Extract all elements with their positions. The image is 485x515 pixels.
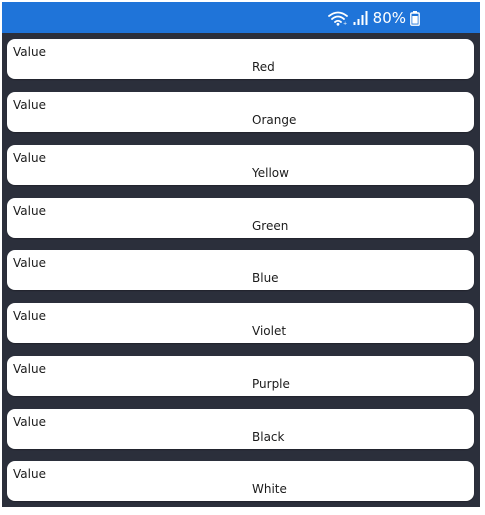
status-bar: + 80% bbox=[2, 2, 480, 33]
item-value: Black bbox=[252, 430, 285, 444]
item-value: Purple bbox=[252, 377, 290, 391]
item-label: Value bbox=[13, 309, 46, 323]
list-item[interactable]: Value White bbox=[7, 461, 474, 501]
list-item[interactable]: Value Yellow bbox=[7, 145, 474, 185]
list-item[interactable]: Value Red bbox=[7, 39, 474, 79]
wifi-icon: + bbox=[327, 11, 348, 26]
item-value: Yellow bbox=[252, 166, 289, 180]
item-value: White bbox=[252, 482, 287, 496]
list-item[interactable]: Value Orange bbox=[7, 92, 474, 132]
item-value: Orange bbox=[252, 113, 297, 127]
battery-icon bbox=[410, 10, 420, 26]
list-item[interactable]: Value Purple bbox=[7, 356, 474, 396]
item-label: Value bbox=[13, 467, 46, 481]
item-label: Value bbox=[13, 362, 46, 376]
list-item[interactable]: Value Green bbox=[7, 198, 474, 238]
list-item[interactable]: Value Black bbox=[7, 409, 474, 449]
item-label: Value bbox=[13, 98, 46, 112]
item-value: Violet bbox=[252, 324, 287, 338]
item-value: Red bbox=[252, 60, 275, 74]
item-label: Value bbox=[13, 45, 46, 59]
list-item[interactable]: Value Blue bbox=[7, 250, 474, 290]
item-label: Value bbox=[13, 256, 46, 270]
list-item[interactable]: Value Violet bbox=[7, 303, 474, 343]
status-icons: + 80% bbox=[327, 9, 420, 27]
svg-text:+: + bbox=[343, 21, 347, 26]
item-label: Value bbox=[13, 204, 46, 218]
phone-screen: + 80% Value Red Value Orange Value Yello… bbox=[2, 2, 480, 507]
item-value: Blue bbox=[252, 271, 279, 285]
item-value: Green bbox=[252, 219, 289, 233]
item-label: Value bbox=[13, 151, 46, 165]
battery-percentage: 80% bbox=[372, 9, 406, 27]
item-label: Value bbox=[13, 415, 46, 429]
signal-icon bbox=[353, 11, 368, 25]
